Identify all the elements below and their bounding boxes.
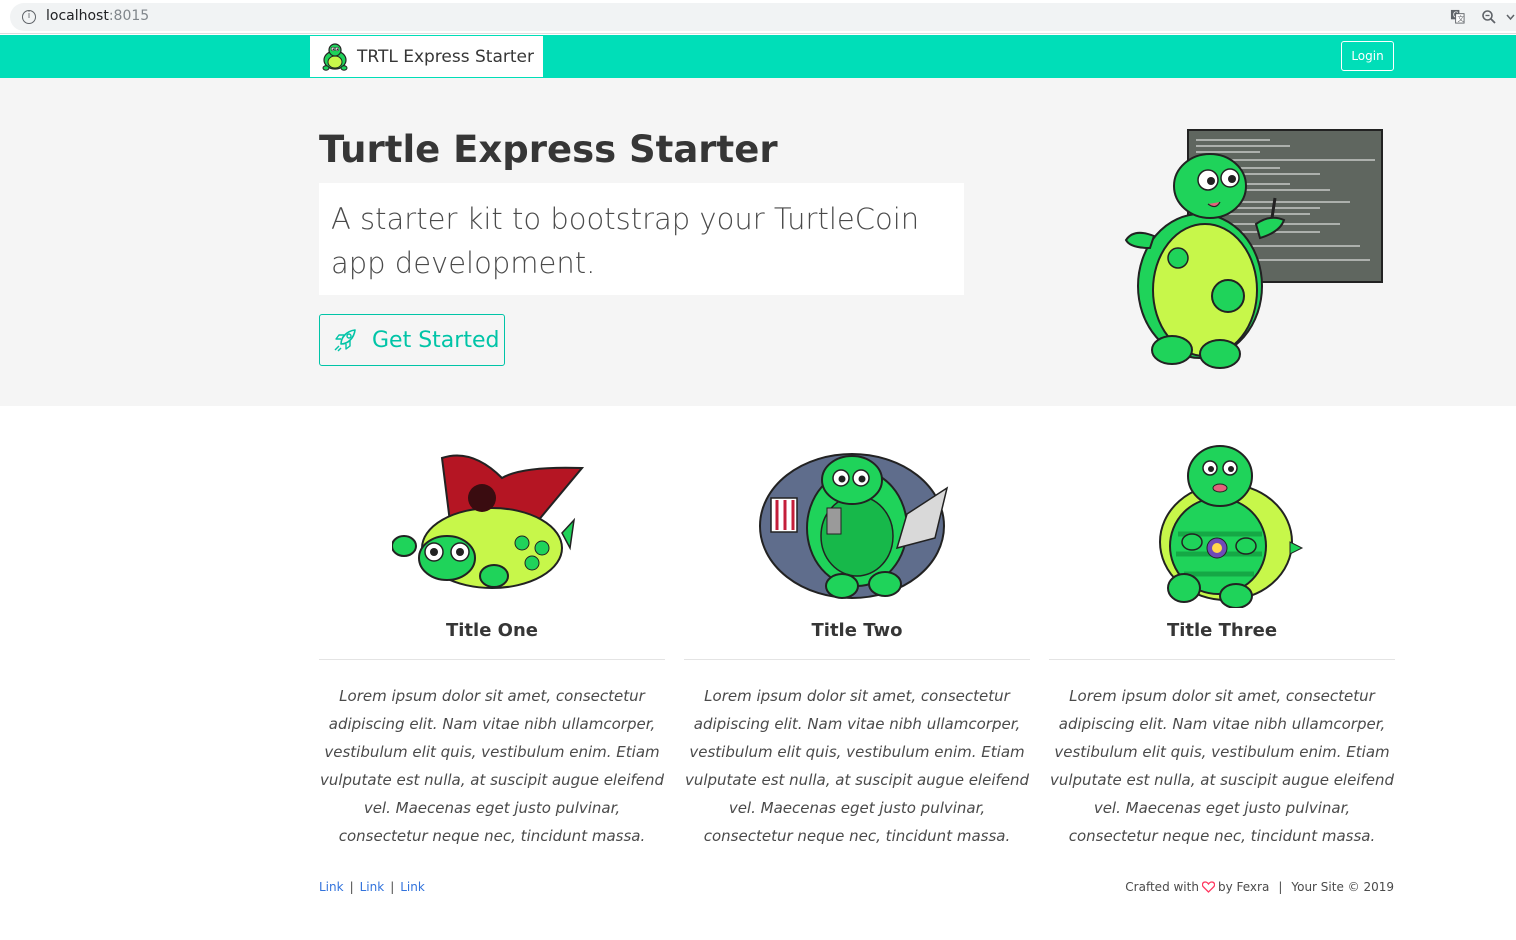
feature-divider: [1049, 659, 1395, 660]
feature-divider: [319, 659, 665, 660]
brand-link[interactable]: TRTL Express Starter: [310, 36, 543, 77]
zoom-icon[interactable]: [1481, 9, 1497, 25]
beanbag-turtle-illustration: [759, 453, 949, 599]
superhero-turtle-illustration: [392, 454, 585, 589]
crafted-prefix: Crafted with: [1125, 880, 1199, 894]
browser-address-bar: i localhost:8015 G 文: [0, 0, 1516, 34]
hero-title: Turtle Express Starter: [319, 128, 778, 171]
url-host: localhost: [46, 8, 109, 24]
feature-text: Lorem ipsum dolor sit amet, consectetur …: [319, 687, 665, 845]
hero-subtitle: A starter kit to bootstrap your TurtleCo…: [331, 202, 920, 280]
turtle-chalkboard-illustration: [1124, 129, 1383, 369]
sitting-turtle-illustration: [1159, 445, 1304, 608]
get-started-button[interactable]: Get Started: [319, 314, 505, 366]
footer-links: Link | Link | Link: [319, 880, 425, 894]
footer-separator: |: [349, 880, 354, 894]
footer-credits: Crafted with by Fexra | Your Site © 2019: [1125, 880, 1394, 894]
feature-card-3: Title Three Lorem ipsum dolor sit amet, …: [1049, 438, 1395, 850]
url-port: :8015: [108, 8, 150, 24]
hero-section: Turtle Express Starter A starter kit to …: [0, 78, 1516, 406]
feature-title: Title One: [445, 620, 539, 641]
copyright: Your Site © 2019: [1291, 880, 1394, 894]
turtle-logo-icon: [322, 42, 348, 71]
feature-text: Lorem ipsum dolor sit amet, consectetur …: [1049, 687, 1395, 845]
translate-icon[interactable]: G 文: [1450, 9, 1465, 24]
hero-subtitle-box: A starter kit to bootstrap your TurtleCo…: [319, 183, 964, 295]
rocket-icon: [334, 329, 356, 352]
heart-icon: [1201, 881, 1215, 893]
feature-divider: [684, 659, 1030, 660]
footer-link-2[interactable]: Link: [360, 880, 385, 894]
footer-link-1[interactable]: Link: [319, 880, 344, 894]
brand-title: TRTL Express Starter: [357, 46, 534, 67]
navbar: TRTL Express Starter Login: [0, 35, 1516, 78]
feature-text: Lorem ipsum dolor sit amet, consectetur …: [684, 687, 1030, 845]
footer-separator: |: [1278, 880, 1283, 894]
footer-link-3[interactable]: Link: [400, 880, 425, 894]
feature-title: Title Three: [1166, 620, 1278, 641]
feature-title: Title Two: [811, 620, 903, 641]
footer-separator: |: [390, 880, 395, 894]
crafted-suffix: by Fexra: [1217, 880, 1270, 894]
feature-card-2: Title Two Lorem ipsum dolor sit amet, co…: [684, 438, 1030, 850]
url-field[interactable]: [10, 3, 1516, 31]
info-icon[interactable]: i: [22, 10, 36, 24]
get-started-label: Get Started: [372, 327, 500, 353]
svg-text:文: 文: [1458, 14, 1465, 23]
url-text[interactable]: localhost:8015: [46, 8, 149, 24]
login-button[interactable]: Login: [1341, 41, 1394, 71]
more-icon[interactable]: [1505, 10, 1516, 24]
feature-card-1: Title One Lorem ipsum dolor sit amet, co…: [319, 438, 665, 850]
